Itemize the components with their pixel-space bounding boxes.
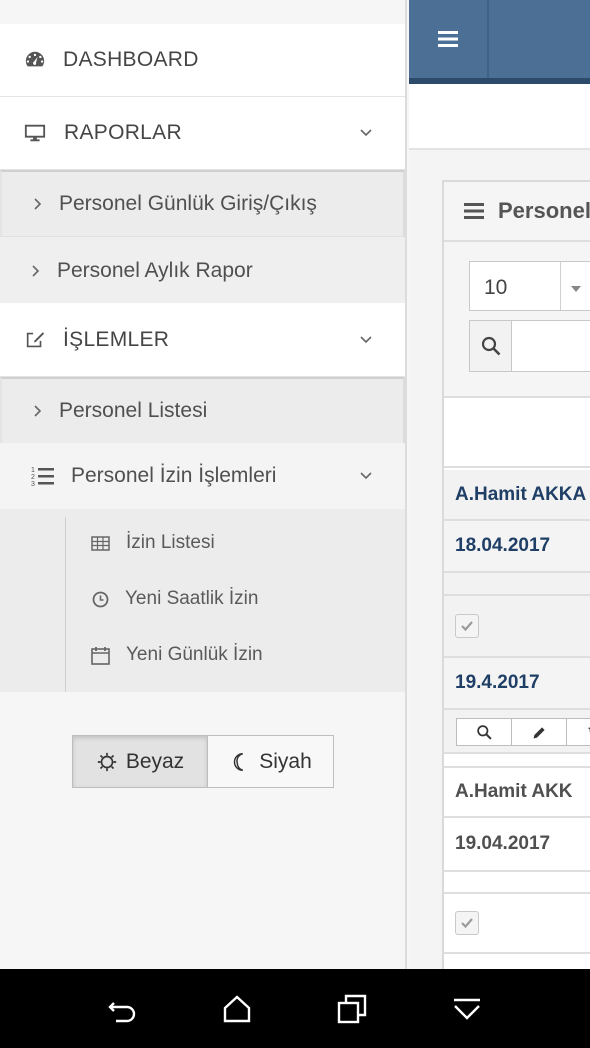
- moon-icon: [234, 752, 244, 771]
- record-name: A.Hamit AKKA: [444, 470, 590, 521]
- page-size-select[interactable]: 10: [469, 261, 590, 311]
- search-icon: [476, 724, 492, 740]
- back-icon: [108, 1002, 136, 1023]
- theme-light-button[interactable]: Beyaz: [72, 735, 208, 788]
- sidebar-item-label: İzin Listesi: [126, 532, 215, 553]
- personel-panel: Personel 10 A.Hamit AKKA 18.04.2017 19.4…: [442, 180, 590, 969]
- hamburger-icon: [438, 31, 458, 47]
- svg-text:2: 2: [31, 474, 35, 481]
- panel-title: Personel: [498, 198, 590, 223]
- approved-checkbox[interactable]: [455, 614, 479, 638]
- sidebar-item-yeni-gunluk-izin[interactable]: Yeni Günlük İzin: [0, 635, 405, 675]
- sidebar-item-raporlar[interactable]: RAPORLAR: [0, 97, 405, 170]
- sidebar-item-label: Yeni Günlük İzin: [126, 644, 263, 665]
- sidebar-item-izin-islemleri[interactable]: 123 Personel İzin İşlemleri: [0, 443, 405, 509]
- caret-down-icon: [570, 281, 582, 292]
- back-button[interactable]: [107, 993, 139, 1025]
- chevron-right-icon: [33, 404, 43, 418]
- sidebar-item-personel-gunluk[interactable]: Personel Günlük Giriş/Çıkış: [0, 170, 405, 237]
- chevron-down-icon: [454, 998, 480, 1020]
- theme-light-label: Beyaz: [125, 749, 185, 773]
- table-icon: [90, 533, 111, 554]
- sidebar-item-izin-listesi[interactable]: İzin Listesi: [0, 523, 405, 563]
- action-buttons: [456, 718, 590, 746]
- numbered-list-icon: 123: [31, 464, 55, 488]
- chevron-down-icon: [359, 469, 373, 483]
- search-icon[interactable]: [470, 321, 512, 371]
- sidebar-item-label: DASHBOARD: [63, 48, 199, 71]
- svg-text:1: 1: [31, 467, 35, 474]
- sidebar-item-dashboard[interactable]: DASHBOARD: [0, 24, 405, 97]
- sidebar-item-label: Personel Aylık Rapor: [57, 258, 253, 282]
- pencil-icon: [533, 726, 545, 738]
- search-box: [469, 320, 590, 372]
- system-navigation-bar: [0, 969, 590, 1048]
- record-spacer: [444, 872, 590, 894]
- table-header-row: [444, 398, 590, 468]
- home-button[interactable]: [221, 993, 253, 1025]
- trash-icon: [588, 727, 590, 739]
- sidebar: DASHBOARD RAPORLAR Personel Günlük Giriş…: [0, 0, 407, 969]
- topbar: [409, 0, 590, 84]
- delete-button[interactable]: [566, 718, 590, 746]
- hide-keyboard-button[interactable]: [451, 993, 483, 1025]
- panel-header: Personel: [444, 182, 590, 242]
- home-icon: [223, 995, 251, 1023]
- table-controls: 10: [444, 242, 590, 398]
- izin-submenu: İzin Listesi Yeni Saatlik İzin Yeni Günl…: [0, 509, 405, 692]
- record-name: A.Hamit AKK: [444, 766, 590, 818]
- record-checkbox-cell: [444, 894, 590, 954]
- edit-icon: [24, 329, 46, 351]
- theme-dark-label: Siyah: [259, 749, 312, 773]
- calendar-icon: [90, 645, 111, 666]
- clock-icon: [90, 589, 111, 610]
- sidebar-item-personel-aylik[interactable]: Personel Aylık Rapor: [0, 237, 405, 304]
- record-spacer: [444, 573, 590, 596]
- chevron-down-icon: [359, 333, 373, 347]
- sun-icon: [97, 752, 116, 771]
- chevron-right-icon: [33, 197, 43, 211]
- breadcrumb-bar: [409, 84, 590, 150]
- sidebar-item-label: Personel İzin İşlemleri: [71, 464, 277, 487]
- desktop-icon: [24, 122, 46, 144]
- recents-icon: [337, 994, 367, 1024]
- dashboard-icon: [24, 49, 46, 71]
- svg-text:3: 3: [31, 481, 35, 488]
- menu-toggle-button[interactable]: [409, 0, 489, 78]
- list-icon: [463, 202, 485, 220]
- theme-dark-button[interactable]: Siyah: [208, 735, 334, 788]
- check-icon: [461, 918, 473, 929]
- sidebar-item-islemler[interactable]: İŞLEMLER: [0, 303, 405, 377]
- approved-checkbox[interactable]: [455, 911, 479, 935]
- sidebar-item-label: RAPORLAR: [64, 121, 182, 144]
- main-content: Personel 10 A.Hamit AKKA 18.04.2017 19.4…: [409, 0, 590, 969]
- sidebar-item-label: Personel Günlük Giriş/Çıkış: [59, 192, 317, 215]
- sidebar-item-label: Yeni Saatlik İzin: [125, 588, 259, 609]
- sidebar-item-label: Personel Listesi: [59, 399, 208, 422]
- record-date: 19.04.2017: [444, 818, 590, 872]
- record-actions: [444, 710, 590, 754]
- record-date: 18.04.2017: [444, 521, 590, 573]
- view-button[interactable]: [456, 718, 512, 746]
- select-divider: [560, 262, 561, 310]
- sidebar-item-personel-listesi[interactable]: Personel Listesi: [0, 377, 405, 444]
- check-icon: [461, 621, 473, 632]
- sidebar-item-label: İŞLEMLER: [63, 327, 170, 351]
- record-date: 19.4.2017: [444, 658, 590, 710]
- page-size-value: 10: [484, 276, 508, 299]
- edit-button[interactable]: [511, 718, 567, 746]
- chevron-right-icon: [31, 264, 41, 278]
- sidebar-item-yeni-saatlik-izin[interactable]: Yeni Saatlik İzin: [0, 579, 405, 619]
- recents-button[interactable]: [336, 993, 368, 1025]
- record-checkbox-cell: [444, 596, 590, 658]
- theme-toggle: Beyaz Siyah: [72, 735, 334, 788]
- chevron-down-icon: [359, 126, 373, 140]
